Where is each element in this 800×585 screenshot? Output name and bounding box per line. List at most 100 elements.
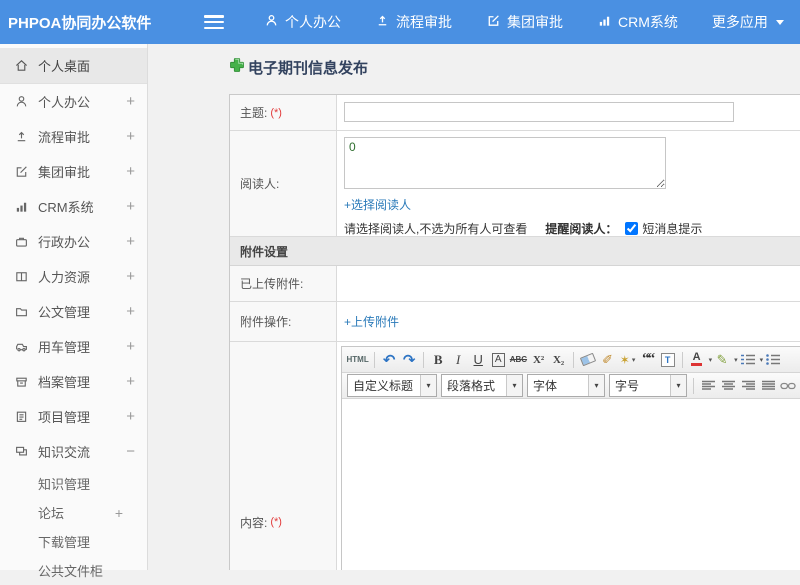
format-painter-icon[interactable]: ✐ <box>599 350 616 370</box>
nav-label: 集团审批 <box>507 12 563 32</box>
expand-plus-icon[interactable]: + <box>126 233 135 250</box>
sidebar-item-crm-system[interactable]: CRM系统 + <box>0 189 147 224</box>
sidebar-item-personal-desktop[interactable]: 个人桌面 <box>0 48 147 84</box>
redo-icon[interactable]: ↷ <box>401 350 418 370</box>
strikethrough-button[interactable]: ABC <box>510 350 527 370</box>
expand-plus-icon[interactable]: + <box>126 268 135 285</box>
upload-attachment-link[interactable]: +上传附件 <box>344 313 399 330</box>
car-icon <box>14 339 29 354</box>
uploaded-attachments-label: 已上传附件: <box>230 266 337 301</box>
chevron-down-icon[interactable]: ▾ <box>709 356 713 364</box>
nav-label: CRM系统 <box>618 12 678 32</box>
expand-plus-icon[interactable]: + <box>126 198 135 215</box>
unordered-list-icon[interactable] <box>765 350 782 370</box>
expand-plus-icon[interactable]: + <box>115 505 123 521</box>
align-justify-icon[interactable] <box>760 376 777 396</box>
nav-personal-office[interactable]: 个人办公 <box>264 12 341 32</box>
chevron-down-icon[interactable]: ▾ <box>734 356 738 364</box>
page-title-row: 电子期刊信息发布 <box>229 57 368 78</box>
sidebar-item-knowledge-exchange[interactable]: 知识交流 − <box>0 434 147 469</box>
expand-plus-icon[interactable]: + <box>126 373 135 390</box>
insert-link-icon[interactable] <box>780 376 797 396</box>
sidebar-item-archive-management[interactable]: 档案管理 + <box>0 364 147 399</box>
sidebar-item-admin-office[interactable]: 行政办公 + <box>0 224 147 259</box>
sidebar-subitem-forum[interactable]: 论坛 + <box>0 498 147 527</box>
expand-plus-icon[interactable]: + <box>126 408 135 425</box>
expand-plus-icon[interactable]: + <box>126 128 135 145</box>
select-readers-link[interactable]: +选择阅读人 <box>344 196 411 213</box>
font-size-select[interactable]: 字号▾ <box>609 374 687 397</box>
underline-button[interactable]: U <box>470 350 487 370</box>
sidebar-item-personal-office[interactable]: 个人办公 + <box>0 84 147 119</box>
sidebar-item-document-management[interactable]: 公文管理 + <box>0 294 147 329</box>
collapse-minus-icon[interactable]: − <box>126 443 135 460</box>
chevron-down-icon[interactable]: ▾ <box>760 356 764 364</box>
bar-chart-icon <box>14 199 29 214</box>
editor-toolbar-row-2: 自定义标题▾ 段落格式▾ 字体▾ 字号▾ <box>342 373 800 399</box>
blockquote-icon[interactable]: ““ <box>639 350 656 370</box>
app-logo: PHPOA协同办公软件 <box>0 12 204 33</box>
expand-plus-icon[interactable]: + <box>126 303 135 320</box>
chevron-down-icon: ▾ <box>420 375 436 396</box>
nav-group-approval[interactable]: 集团审批 <box>486 12 563 32</box>
subject-input[interactable] <box>344 102 734 122</box>
undo-icon[interactable]: ↶ <box>381 350 398 370</box>
readers-row: 阅读人: 0 +选择阅读人 请选择阅读人,不选为所有人可查看 提醒阅读人： 短消… <box>230 131 800 237</box>
sms-notify-checkbox[interactable] <box>625 222 638 235</box>
chat-bubbles-icon <box>14 444 29 459</box>
html-source-button[interactable]: HTML <box>347 350 369 370</box>
sidebar: 个人桌面 个人办公 + 流程审批 + 集团审批 + CRM系统 + 行政办公 +… <box>0 44 148 570</box>
flow-up-arrow-icon <box>14 129 29 144</box>
sidebar-subitem-public-file-cabinet[interactable]: 公共文件柜 <box>0 556 147 585</box>
font-border-button[interactable]: A <box>490 350 507 370</box>
readers-hint-line: 请选择阅读人,不选为所有人可查看 提醒阅读人： 短消息提示 <box>344 220 800 237</box>
paste-as-text-icon[interactable]: T <box>659 350 676 370</box>
person-icon <box>14 94 29 109</box>
italic-button[interactable]: I <box>450 350 467 370</box>
top-nav: 个人办公 流程审批 集团审批 CRM系统 更多应用 <box>264 12 784 32</box>
font-color-button[interactable]: A <box>688 350 705 370</box>
readers-hint: 请选择阅读人,不选为所有人可查看 <box>344 220 527 237</box>
sidebar-item-vehicle-management[interactable]: 用车管理 + <box>0 329 147 364</box>
content-label: 内容: (*) <box>230 342 337 570</box>
uploaded-attachments-value <box>337 266 800 301</box>
nav-label: 更多应用 <box>712 12 768 32</box>
align-center-icon[interactable] <box>720 376 737 396</box>
attachment-section-header: 附件设置 <box>230 237 800 266</box>
publish-form: 主题: (*) 阅读人: 0 +选择阅读人 请选择阅读人,不选为所有人可查看 提… <box>229 94 800 570</box>
sidebar-item-project-management[interactable]: 项目管理 + <box>0 399 147 434</box>
expand-plus-icon[interactable]: + <box>126 93 135 110</box>
expand-plus-icon[interactable]: + <box>126 338 135 355</box>
ordered-list-icon[interactable] <box>739 350 756 370</box>
readers-textarea[interactable]: 0 <box>344 137 666 189</box>
sidebar-subitem-knowledge-management[interactable]: 知识管理 <box>0 469 147 498</box>
chevron-down-icon: ▾ <box>588 375 604 396</box>
nav-crm-system[interactable]: CRM系统 <box>597 12 678 32</box>
paragraph-format-select[interactable]: 段落格式▾ <box>441 374 523 397</box>
nav-label: 流程审批 <box>396 12 452 32</box>
align-right-icon[interactable] <box>740 376 757 396</box>
subscript-button[interactable]: X₂ <box>550 350 567 370</box>
sidebar-item-human-resources[interactable]: 人力资源 + <box>0 259 147 294</box>
expand-plus-icon[interactable]: + <box>126 163 135 180</box>
nav-workflow-approval[interactable]: 流程审批 <box>375 12 452 32</box>
subject-row: 主题: (*) <box>230 95 800 131</box>
auto-typeset-icon[interactable]: ✶▾ <box>619 350 636 370</box>
font-family-select[interactable]: 字体▾ <box>527 374 605 397</box>
sidebar-item-workflow-approval[interactable]: 流程审批 + <box>0 119 147 154</box>
sidebar-subitem-download-management[interactable]: 下载管理 <box>0 527 147 556</box>
highlight-color-icon[interactable]: ✎ <box>714 350 731 370</box>
bold-button[interactable]: B <box>430 350 447 370</box>
subject-label: 主题: (*) <box>230 95 337 130</box>
align-left-icon[interactable] <box>700 376 717 396</box>
nav-more-apps[interactable]: 更多应用 <box>712 12 784 32</box>
remove-format-eraser-icon[interactable] <box>579 350 596 370</box>
briefcase-icon <box>14 234 29 249</box>
sidebar-item-group-approval[interactable]: 集团审批 + <box>0 154 147 189</box>
person-icon <box>264 13 279 31</box>
book-icon <box>14 269 29 284</box>
editor-content-area[interactable] <box>342 399 800 570</box>
custom-title-select[interactable]: 自定义标题▾ <box>347 374 437 397</box>
menu-toggle-icon[interactable] <box>204 15 224 29</box>
superscript-button[interactable]: X² <box>530 350 547 370</box>
